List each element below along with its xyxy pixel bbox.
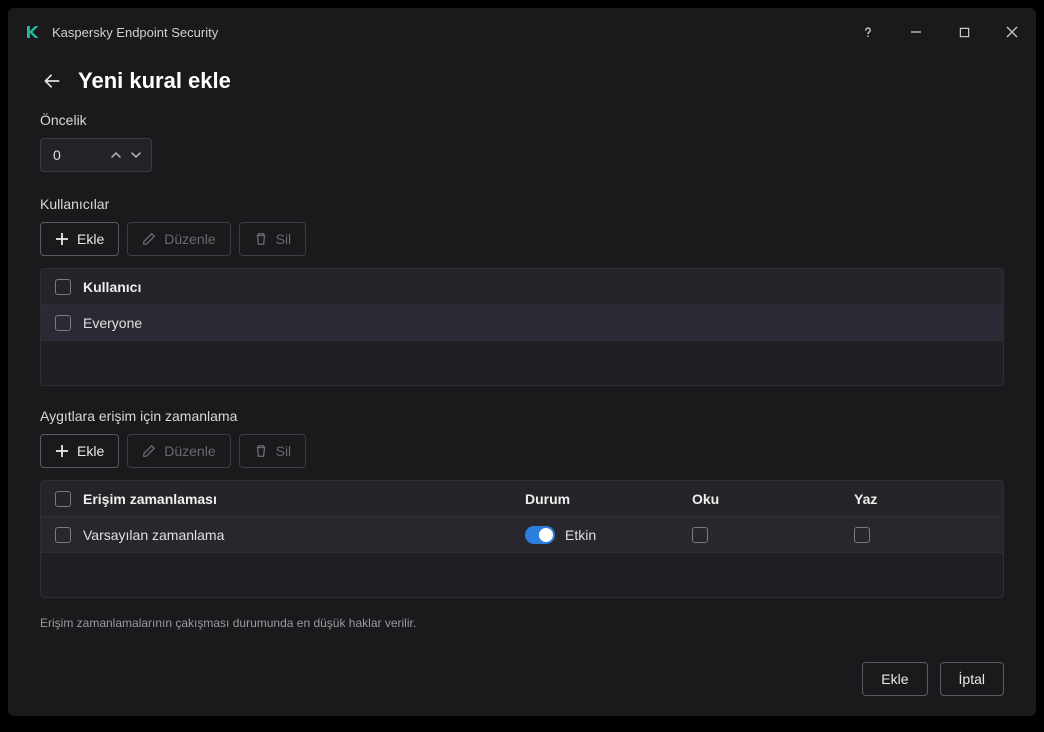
users-table-header: Kullanıcı xyxy=(41,269,1003,305)
priority-label: Öncelik xyxy=(40,112,1004,128)
status-cell: Etkin xyxy=(525,526,680,544)
column-header-write: Yaz xyxy=(854,491,965,507)
table-row[interactable]: Everyone xyxy=(41,305,1003,341)
back-button[interactable] xyxy=(40,69,64,93)
users-add-button[interactable]: Ekle xyxy=(40,222,119,256)
plus-icon xyxy=(55,232,69,246)
button-label: Sil xyxy=(276,231,292,247)
write-checkbox[interactable] xyxy=(854,527,870,543)
minimize-button[interactable] xyxy=(904,20,928,44)
schedule-add-button[interactable]: Ekle xyxy=(40,434,119,468)
trash-icon xyxy=(254,444,268,458)
button-label: İptal xyxy=(959,671,985,687)
schedule-label: Aygıtlara erişim için zamanlama xyxy=(40,408,1004,424)
close-button[interactable] xyxy=(1000,20,1024,44)
pencil-icon xyxy=(142,444,156,458)
heading-row: Yeni kural ekle xyxy=(40,68,1004,94)
schedule-name-cell: Varsayılan zamanlama xyxy=(83,527,513,543)
button-label: Düzenle xyxy=(164,443,215,459)
help-button[interactable] xyxy=(856,20,880,44)
content-area: Yeni kural ekle Öncelik 0 Kullanıcılar E… xyxy=(8,56,1036,716)
button-label: Sil xyxy=(276,443,292,459)
button-label: Ekle xyxy=(77,231,104,247)
page-title: Yeni kural ekle xyxy=(78,68,231,94)
table-filler xyxy=(41,341,1003,385)
schedule-table: Erişim zamanlaması Durum Oku Yaz Varsayı… xyxy=(40,480,1004,598)
status-label: Etkin xyxy=(565,527,596,543)
add-button[interactable]: Ekle xyxy=(862,662,927,696)
cancel-button[interactable]: İptal xyxy=(940,662,1004,696)
schedule-edit-button[interactable]: Düzenle xyxy=(127,434,230,468)
users-toolbar: Ekle Düzenle Sil xyxy=(40,222,1004,256)
select-all-checkbox[interactable] xyxy=(55,491,71,507)
table-filler xyxy=(41,553,1003,597)
plus-icon xyxy=(55,444,69,458)
write-cell xyxy=(854,527,965,543)
status-toggle[interactable] xyxy=(525,526,555,544)
read-cell xyxy=(692,527,842,543)
button-label: Düzenle xyxy=(164,231,215,247)
app-title: Kaspersky Endpoint Security xyxy=(52,25,856,40)
users-table: Kullanıcı Everyone xyxy=(40,268,1004,386)
title-bar: Kaspersky Endpoint Security xyxy=(8,8,1036,56)
users-edit-button[interactable]: Düzenle xyxy=(127,222,230,256)
row-checkbox[interactable] xyxy=(55,527,71,543)
priority-stepper[interactable]: 0 xyxy=(40,138,152,172)
read-checkbox[interactable] xyxy=(692,527,708,543)
priority-value: 0 xyxy=(41,147,109,163)
column-header-schedule: Erişim zamanlaması xyxy=(83,491,513,507)
row-checkbox[interactable] xyxy=(55,315,71,331)
window-controls xyxy=(856,20,1024,44)
schedule-toolbar: Ekle Düzenle Sil xyxy=(40,434,1004,468)
column-header-user: Kullanıcı xyxy=(83,279,989,295)
column-header-status: Durum xyxy=(525,491,680,507)
schedule-table-header: Erişim zamanlaması Durum Oku Yaz xyxy=(41,481,1003,517)
select-all-checkbox[interactable] xyxy=(55,279,71,295)
button-label: Ekle xyxy=(881,671,908,687)
users-label: Kullanıcılar xyxy=(40,196,1004,212)
trash-icon xyxy=(254,232,268,246)
footer-note: Erişim zamanlamalarının çakışması durumu… xyxy=(40,616,1004,630)
schedule-delete-button[interactable]: Sil xyxy=(239,434,307,468)
table-row[interactable]: Varsayılan zamanlama Etkin xyxy=(41,517,1003,553)
column-header-read: Oku xyxy=(692,491,842,507)
app-window: Kaspersky Endpoint Security Yeni kural e… xyxy=(8,8,1036,716)
chevron-down-icon[interactable] xyxy=(129,148,143,162)
user-name-cell: Everyone xyxy=(83,315,989,331)
pencil-icon xyxy=(142,232,156,246)
button-label: Ekle xyxy=(77,443,104,459)
maximize-button[interactable] xyxy=(952,20,976,44)
stepper-buttons xyxy=(109,148,151,162)
app-logo xyxy=(24,23,42,41)
users-delete-button[interactable]: Sil xyxy=(239,222,307,256)
chevron-up-icon[interactable] xyxy=(109,148,123,162)
footer-buttons: Ekle İptal xyxy=(862,662,1004,696)
